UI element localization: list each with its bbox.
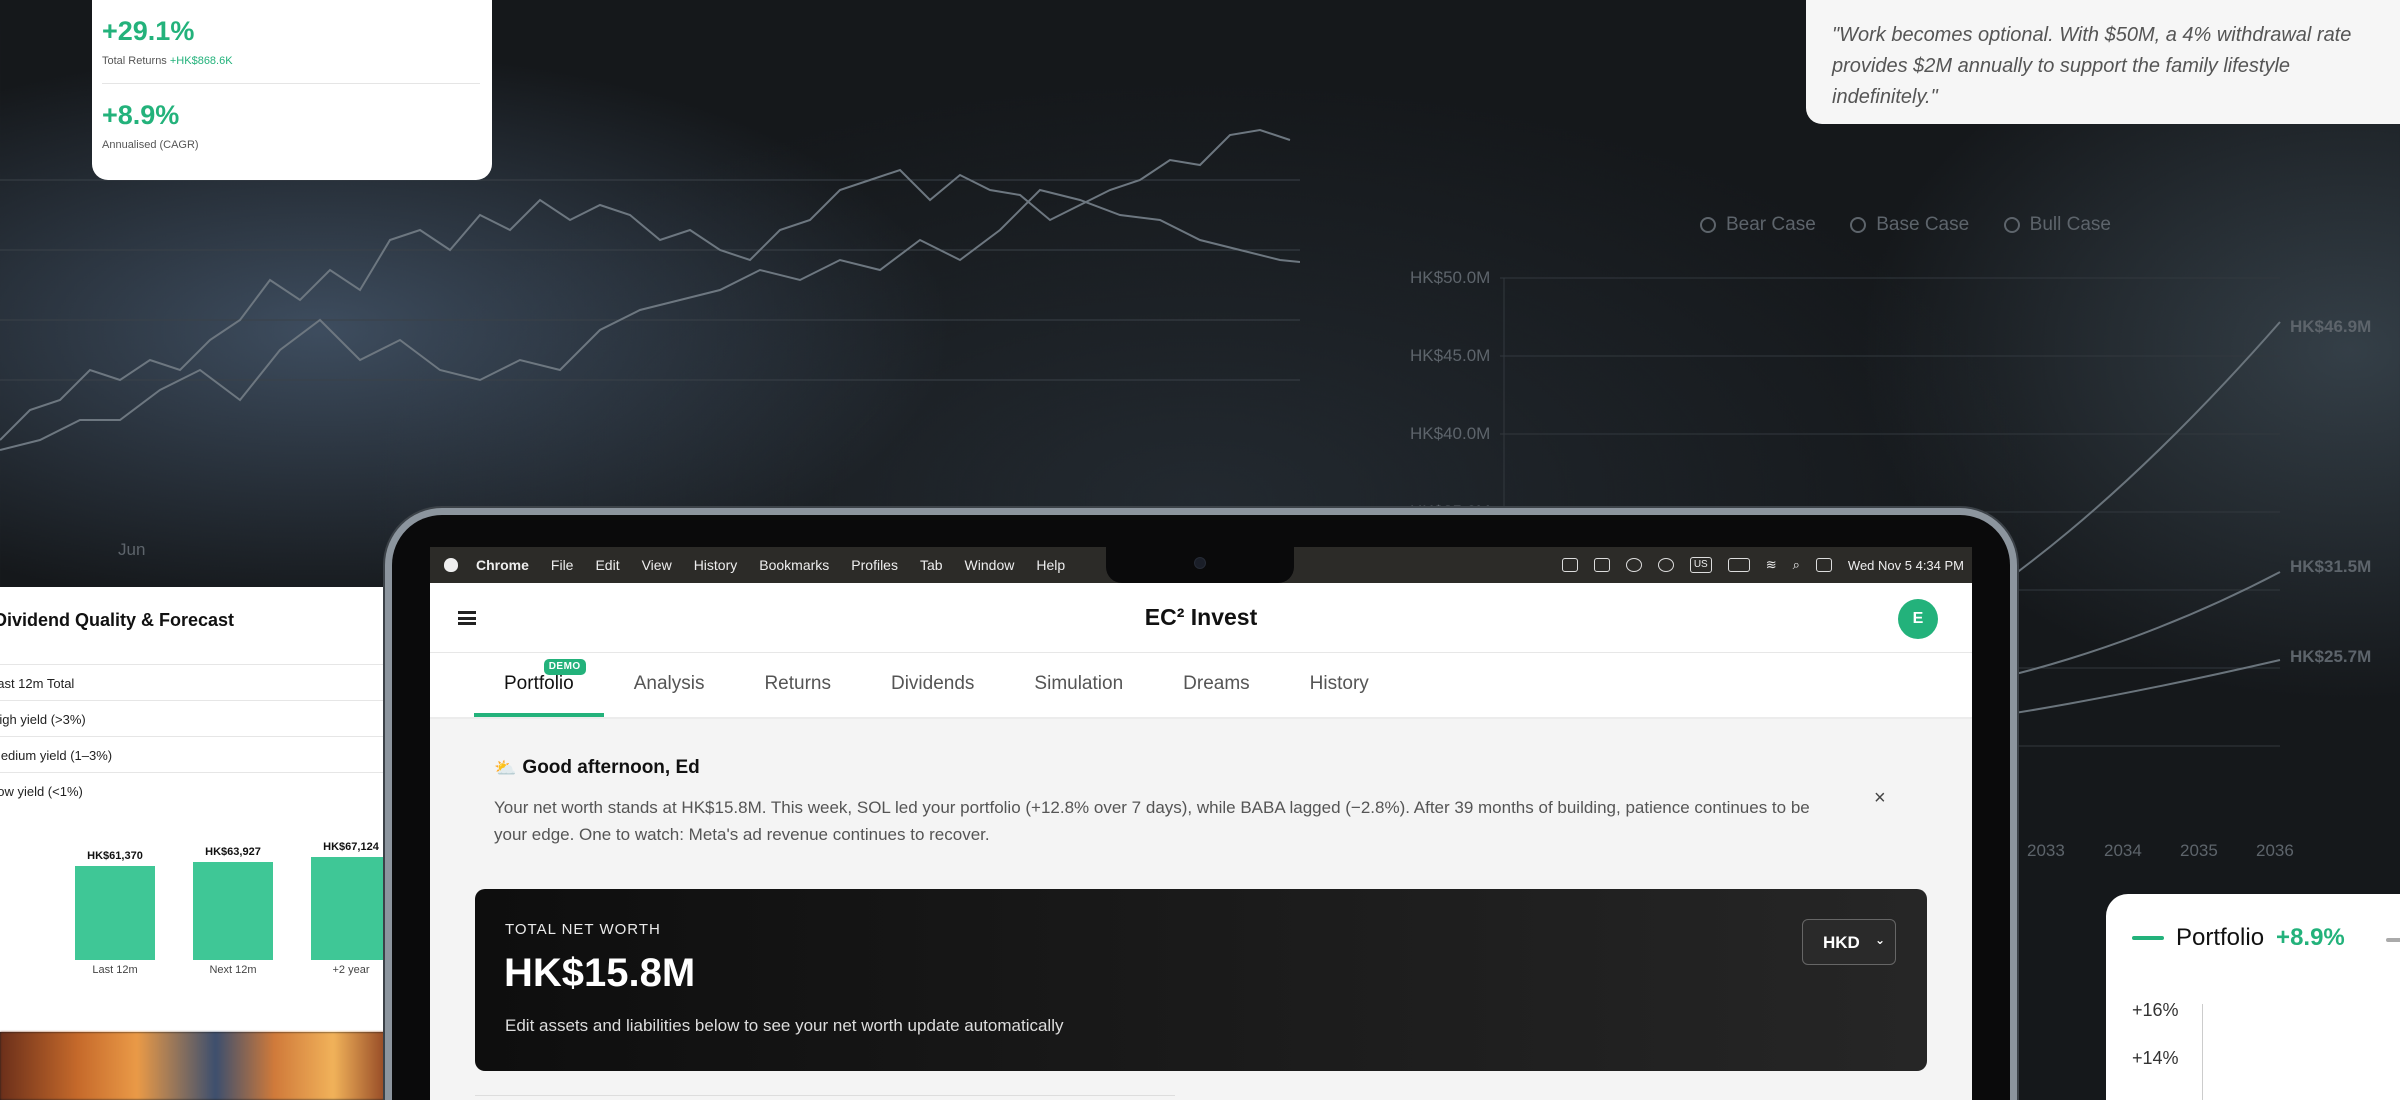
portfolio-legend[interactable]: Portfolio +8.9% <box>2132 924 2400 952</box>
menu-bookmarks[interactable]: Bookmarks <box>759 557 829 573</box>
avatar[interactable]: E <box>1898 599 1938 639</box>
cagr-caption: Annualised (CAGR) <box>102 139 199 151</box>
radio-icon <box>1850 217 1867 233</box>
apple-icon[interactable] <box>444 558 458 572</box>
net-worth-hint: Edit assets and liabilities below to see… <box>505 1016 1064 1035</box>
net-worth-card: TOTAL NET WORTH HK$15.8M Edit assets and… <box>475 889 1927 1071</box>
dream-quote: "Work becomes optional. With $50M, a 4% … <box>1806 0 2400 124</box>
demo-badge: DEMO <box>543 659 586 675</box>
tab-dividends[interactable]: Dividends <box>861 653 1004 717</box>
projection-y-tick: HK$40.0M <box>1410 424 1491 443</box>
dividend-bar[interactable] <box>75 866 155 960</box>
dividend-bar-value: HK$63,927 <box>205 846 261 858</box>
dividend-bar[interactable] <box>193 862 273 960</box>
app-status-icon[interactable] <box>1593 558 1610 572</box>
menu-view[interactable]: View <box>642 557 672 573</box>
chevron-down-icon: ⌄ <box>1874 933 1885 947</box>
menu-edit[interactable]: Edit <box>595 557 619 573</box>
projection-end-label: HK$46.9M <box>2290 317 2372 336</box>
portfolio-main: ⛅ Good afternoon, Ed Your net worth stan… <box>430 719 1972 1100</box>
weekly-summary: Your net worth stands at HK$15.8M. This … <box>494 798 1810 844</box>
returns-card: +29.1% Total Returns +HK$868.6K +8.9% An… <box>92 0 492 180</box>
projection-x-tick: 2036 <box>2256 841 2294 860</box>
dividend-bar-value: HK$67,124 <box>323 841 379 853</box>
radio-icon <box>1700 217 1716 233</box>
tab-analysis[interactable]: Analysis <box>604 653 735 717</box>
tab-returns[interactable]: Returns <box>734 653 861 717</box>
portfolio-y-tick: +14% <box>2132 1048 2179 1068</box>
legend-bear[interactable]: Bear Case <box>1700 214 1816 236</box>
projection-end-label: HK$25.7M <box>2290 647 2372 666</box>
wifi-icon[interactable]: ≋ <box>1766 557 1777 573</box>
dividend-bar[interactable] <box>311 857 391 960</box>
greeting: ⛅ Good afternoon, Ed <box>494 757 700 779</box>
radio-icon <box>2003 217 2020 233</box>
background-photo-strip <box>0 1032 392 1100</box>
portfolio-series-pct: +8.9% <box>2276 924 2345 951</box>
assets-section-edge <box>475 1095 1175 1100</box>
currency-select[interactable]: HKD ⌄ <box>1802 919 1896 965</box>
search-icon[interactable]: ⌕ <box>1793 557 1800 573</box>
battery-icon[interactable] <box>1727 558 1750 572</box>
portfolio-series-name: Portfolio <box>2176 924 2265 951</box>
macos-menubar: Chrome File Edit View History Bookmarks … <box>430 547 1972 583</box>
play-icon[interactable] <box>1657 558 1674 572</box>
greeting-text: Good afternoon, Ed <box>522 757 700 778</box>
cagr-pct: +8.9% <box>102 100 180 130</box>
menu-profiles[interactable]: Profiles <box>851 557 898 573</box>
total-return-pct: +29.1% <box>102 16 195 46</box>
laptop-screen: Chrome File Edit View History Bookmarks … <box>430 547 1972 1100</box>
menu-window[interactable]: Window <box>965 557 1015 573</box>
menu-help[interactable]: Help <box>1036 557 1065 573</box>
camera-icon <box>1194 557 1206 569</box>
dividend-bar-category: Last 12m <box>92 964 138 976</box>
menu-tab[interactable]: Tab <box>920 557 943 573</box>
dividend-forecast-chart: HK$61,370 Last 12m HK$63,927 Next 12m HK$67,… <box>0 587 392 1032</box>
keyboard-layout-icon[interactable]: US <box>1689 557 1712 573</box>
projection-x-tick: 2034 <box>2104 841 2142 860</box>
dividend-bar-category: Next 12m <box>209 964 257 976</box>
portfolio-y-tick: +16% <box>2132 1000 2179 1020</box>
projection-legend: Bear Case Base Case Bull Case <box>1700 214 2141 238</box>
history-month-label: Jun <box>118 540 146 559</box>
control-center-icon[interactable] <box>1815 558 1832 572</box>
projection-x-tick: 2035 <box>2180 841 2218 860</box>
menu-file[interactable]: File <box>551 557 574 573</box>
tab-history[interactable]: History <box>1280 653 1399 717</box>
close-icon[interactable]: × <box>1874 787 1886 810</box>
dividend-quality-card: Dividend Quality & Forecast Last 12m Tot… <box>0 587 392 1032</box>
projection-y-tick: HK$50.0M <box>1410 268 1491 287</box>
projection-end-label: HK$31.5M <box>2290 557 2372 576</box>
app-title: EC² Invest <box>1144 604 1258 630</box>
sync-icon[interactable] <box>1625 558 1642 572</box>
app-header: EC² Invest E <box>430 583 1972 653</box>
menubar-status-area: US ≋ ⌕ Wed Nov 5 4:34 PM <box>1561 547 1964 583</box>
tab-portfolio[interactable]: Portfolio DEMO <box>474 653 604 717</box>
history-chart-background <box>0 128 1300 451</box>
tab-simulation[interactable]: Simulation <box>1004 653 1153 717</box>
portfolio-performance-card: Portfolio +8.9% +16% +14% <box>2106 894 2400 1100</box>
weather-icon: ⛅ <box>494 757 517 778</box>
y-axis-line <box>2202 1004 2203 1100</box>
legend-base[interactable]: Base Case <box>1850 214 1969 236</box>
projection-x-tick: 2033 <box>2027 841 2065 860</box>
total-returns-caption: Total Returns +HK$868.6K <box>102 55 233 67</box>
net-worth-label: TOTAL NET WORTH <box>505 921 661 938</box>
projection-y-tick: HK$45.0M <box>1410 346 1491 365</box>
divider <box>102 83 480 84</box>
menu-history[interactable]: History <box>694 557 738 573</box>
drive-icon[interactable] <box>1561 558 1578 572</box>
menu-app-name[interactable]: Chrome <box>476 557 529 573</box>
dividend-bar-value: HK$61,370 <box>87 850 143 862</box>
legend-bull[interactable]: Bull Case <box>2003 214 2111 236</box>
main-tabs: Portfolio DEMO Analysis Returns Dividend… <box>430 653 1972 719</box>
net-worth-value: HK$15.8M <box>504 951 696 995</box>
camera-notch <box>1106 547 1294 583</box>
dividend-bar-category: +2 year <box>332 964 370 976</box>
legend-swatch <box>2132 936 2164 940</box>
tab-dreams[interactable]: Dreams <box>1153 653 1280 717</box>
legend-swatch <box>2386 938 2400 942</box>
menubar-clock[interactable]: Wed Nov 5 4:34 PM <box>1848 558 1964 573</box>
